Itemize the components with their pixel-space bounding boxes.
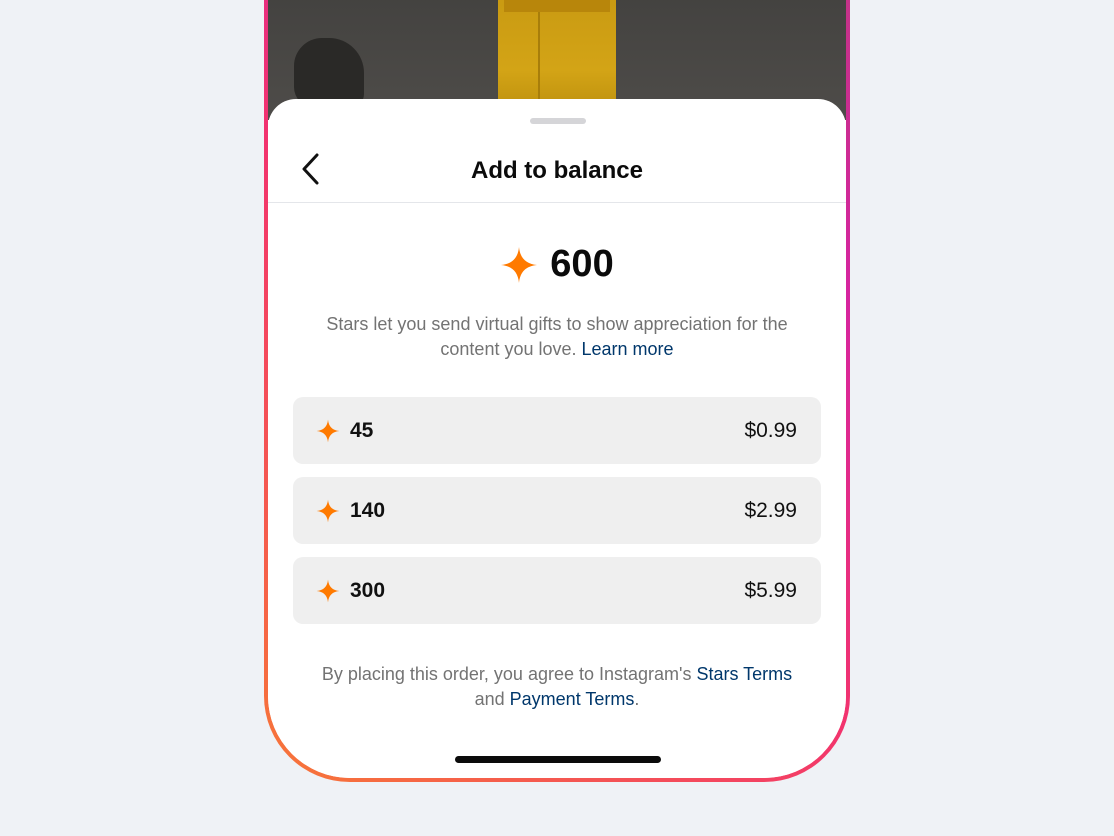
pack-price: $5.99	[744, 578, 797, 602]
pack-star-amount: 140	[350, 498, 386, 522]
pack-star-amount: 45	[350, 418, 374, 442]
pack-price: $2.99	[744, 498, 797, 522]
photo-shadow	[294, 38, 364, 108]
sheet-header: Add to balance	[268, 143, 846, 203]
payment-terms-link[interactable]: Payment Terms	[510, 689, 635, 709]
stars-terms-link[interactable]: Stars Terms	[696, 664, 792, 684]
balance-value: 600	[550, 243, 614, 285]
sheet-grabber[interactable]	[530, 118, 586, 124]
star-pack-option[interactable]: 45 $0.99	[293, 397, 821, 464]
sheet-title: Add to balance	[470, 157, 644, 184]
stage: Add to balance 600 Stars let you send vi…	[0, 0, 1114, 836]
add-balance-sheet: Add to balance 600 Stars let you send vi…	[268, 99, 846, 778]
star-balance: 600	[268, 243, 846, 286]
star-sparkle-icon	[316, 419, 340, 442]
terms-and: and	[474, 689, 505, 709]
star-sparkle-icon	[316, 499, 340, 522]
star-packs-list: 45 $0.99 140 $2.99 300 $5.99	[293, 397, 821, 637]
pack-star-amount: 300	[350, 578, 386, 602]
learn-more-link[interactable]: Learn more	[582, 339, 674, 359]
photo-subject-waist	[504, 0, 610, 12]
star-pack-option[interactable]: 140 $2.99	[293, 477, 821, 544]
phone-frame: Add to balance 600 Stars let you send vi…	[264, 0, 850, 782]
star-sparkle-icon	[501, 246, 538, 283]
home-indicator	[455, 756, 661, 763]
star-pack-option[interactable]: 300 $5.99	[293, 557, 821, 624]
pack-price: $0.99	[744, 418, 797, 442]
phone-screen: Add to balance 600 Stars let you send vi…	[268, 0, 846, 778]
order-terms: By placing this order, you agree to Inst…	[288, 662, 826, 712]
description-text: Stars let you send virtual gifts to show…	[326, 314, 788, 359]
star-sparkle-icon	[316, 579, 340, 602]
terms-suffix: .	[634, 689, 640, 709]
terms-prefix: By placing this order, you agree to Inst…	[321, 664, 692, 684]
stars-description: Stars let you send virtual gifts to show…	[304, 312, 810, 362]
